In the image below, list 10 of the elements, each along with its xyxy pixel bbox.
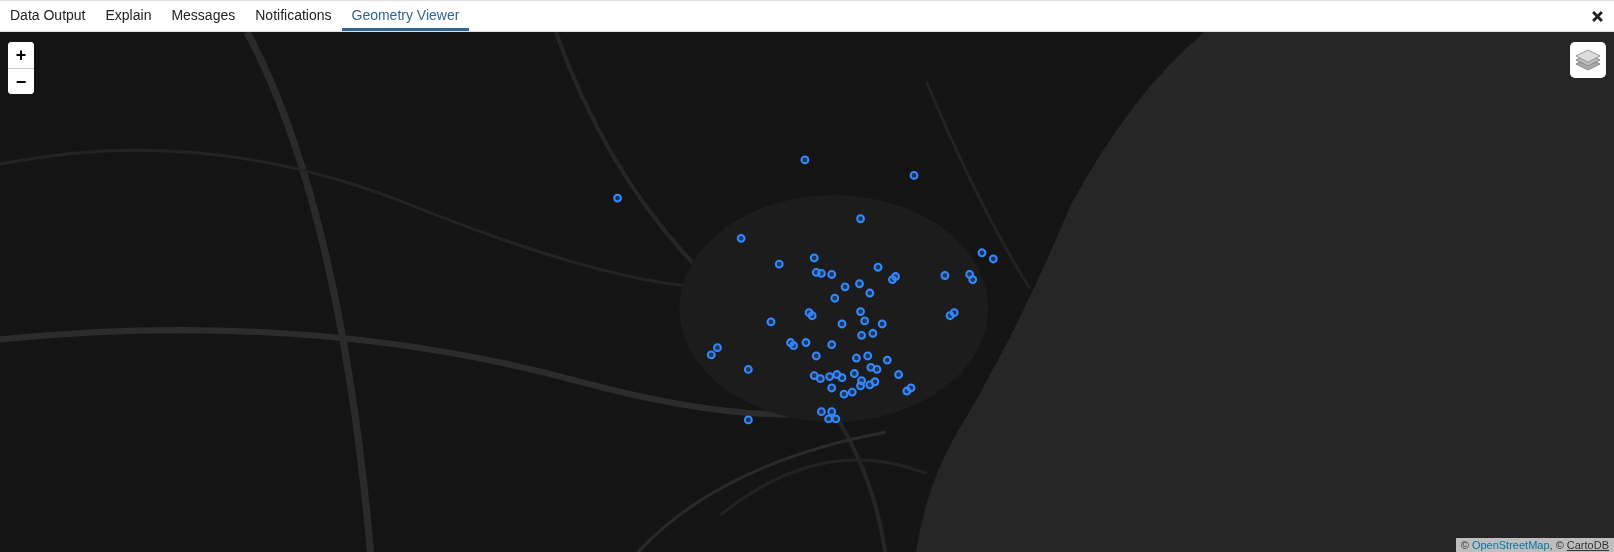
attribution-link[interactable]: CartoDB <box>1566 539 1609 551</box>
tab[interactable]: Notifications <box>245 1 342 31</box>
tab[interactable]: Data Output <box>0 1 96 31</box>
tab[interactable]: Explain <box>95 1 162 31</box>
zoom-out-button[interactable]: − <box>8 68 34 94</box>
tab[interactable]: Messages <box>161 1 246 31</box>
close-icon <box>1591 10 1603 22</box>
attribution-text: , © <box>1549 539 1565 551</box>
layers-button[interactable] <box>1570 42 1606 78</box>
attribution-text: © <box>1460 539 1470 551</box>
